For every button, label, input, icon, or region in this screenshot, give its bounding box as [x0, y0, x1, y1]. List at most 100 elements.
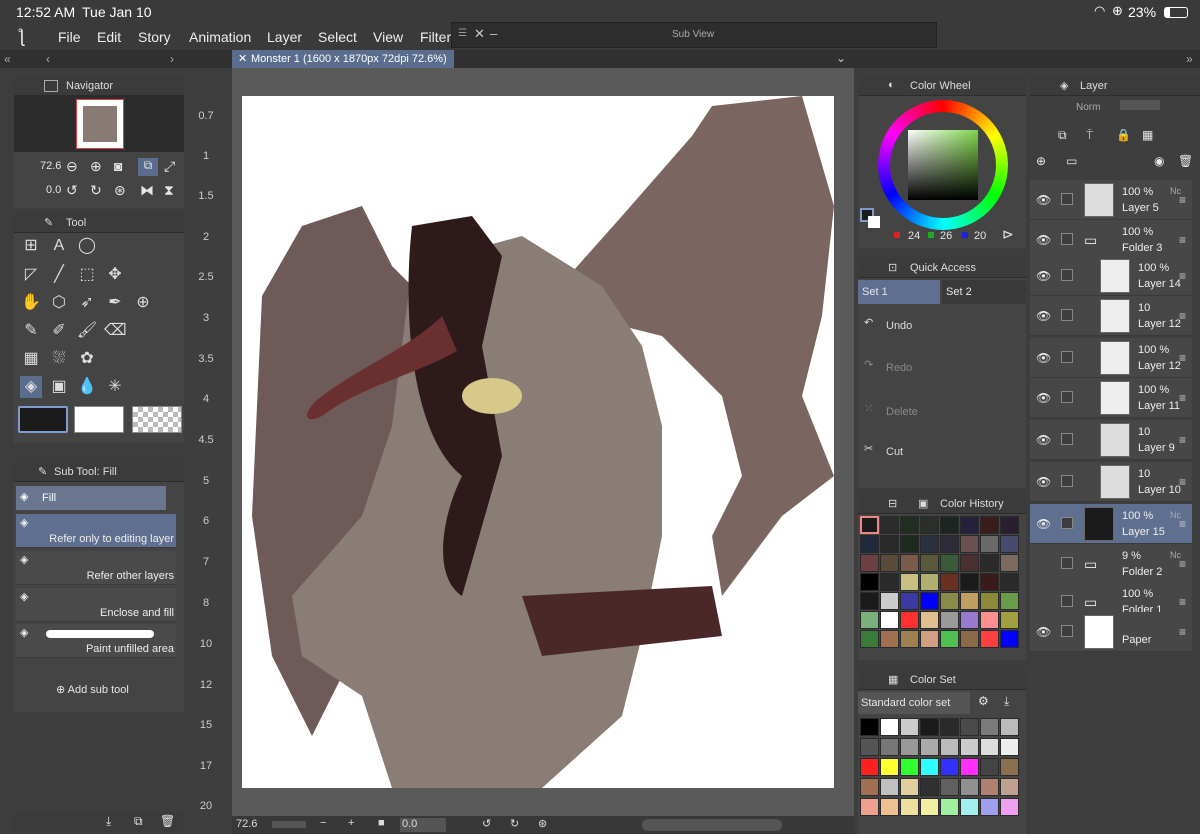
import-icon[interactable]: ⤓	[1004, 694, 1009, 709]
layer-menu-icon[interactable]: ≡	[1179, 391, 1186, 405]
history-swatch[interactable]	[980, 516, 999, 534]
layer-row[interactable]: 👁 10 Layer 10 ≡	[1030, 462, 1192, 502]
rotate-left-icon[interactable]: ↺	[66, 182, 78, 199]
history-swatch[interactable]	[920, 573, 939, 591]
history-swatch[interactable]	[920, 611, 939, 629]
colorset-swatch[interactable]	[940, 778, 959, 796]
layer-menu-icon[interactable]: ≡	[1179, 193, 1186, 207]
layer-menu-icon[interactable]: ≡	[1179, 595, 1186, 609]
subtool-item-enclose[interactable]: ◈ Enclose and fill	[16, 588, 176, 622]
zoom-value[interactable]: 72.6	[40, 160, 61, 172]
history-swatch[interactable]	[960, 573, 979, 591]
operation-tool-icon[interactable]: ➶	[76, 292, 98, 314]
quickaccess-undo[interactable]: ↶ Undo	[862, 306, 1022, 346]
fill-tool-icon[interactable]: ◈	[20, 376, 42, 398]
layer-checkbox[interactable]	[1061, 433, 1073, 445]
layer-row[interactable]: 👁 10 Layer 9 ≡	[1030, 420, 1192, 460]
chevron-down-icon[interactable]: ⌄	[836, 51, 846, 65]
save-icon[interactable]: ⤓	[106, 814, 111, 829]
history-swatch[interactable]	[980, 535, 999, 553]
colorset-swatch[interactable]	[940, 798, 959, 816]
pen-tool-icon[interactable]: ✎	[20, 320, 42, 342]
history-swatch[interactable]	[920, 630, 939, 648]
history-swatch[interactable]	[920, 535, 939, 553]
rotate-right-icon[interactable]: ↻	[90, 182, 102, 199]
layer-checkbox[interactable]	[1061, 233, 1073, 245]
layer-menu-icon[interactable]: ≡	[1179, 351, 1186, 365]
layer-menu-icon[interactable]: ≡	[1179, 475, 1186, 489]
colorset-swatch[interactable]	[900, 778, 919, 796]
history-swatch[interactable]	[940, 554, 959, 572]
clip-icon[interactable]: ⧉	[1058, 128, 1067, 143]
colorset-swatch[interactable]	[900, 738, 919, 756]
move-tool-icon[interactable]: ✥	[104, 264, 126, 286]
layer-row[interactable]: 👁 10 Layer 12 ≡	[1030, 296, 1192, 336]
trash-icon[interactable]: 🗑	[160, 814, 175, 828]
menu-select[interactable]: Select	[318, 29, 357, 45]
line-tool-icon[interactable]: ╱	[48, 264, 70, 286]
history-swatch[interactable]	[1000, 573, 1019, 591]
history-swatch[interactable]	[1000, 592, 1019, 610]
history-swatch[interactable]	[960, 535, 979, 553]
brush-size-label[interactable]: 10	[188, 638, 224, 650]
history-swatch[interactable]	[860, 592, 879, 610]
colorset-swatch[interactable]	[940, 758, 959, 776]
colorset-swatch[interactable]	[960, 718, 979, 736]
colorset-swatch[interactable]	[960, 738, 979, 756]
sub-color-swatch[interactable]	[74, 406, 124, 433]
main-color-swatch[interactable]	[18, 406, 68, 433]
subtool-item-other-layers[interactable]: ◈ Refer other layers	[16, 551, 176, 585]
brush-size-label[interactable]: 17	[188, 760, 224, 772]
colorset-swatch[interactable]	[920, 798, 939, 816]
flip-horizontal-icon[interactable]: ⧓	[140, 182, 154, 199]
layer-checkbox[interactable]	[1061, 351, 1073, 363]
colorset-swatch[interactable]	[880, 718, 899, 736]
colorset-swatch[interactable]	[920, 718, 939, 736]
history-swatch[interactable]	[860, 516, 879, 534]
history-swatch[interactable]	[960, 516, 979, 534]
visibility-eye-icon[interactable]: 👁	[1036, 517, 1051, 531]
lock-icon[interactable]: 🔒	[1116, 128, 1131, 142]
canvas-area[interactable]	[232, 68, 854, 816]
ruler-tool-icon[interactable]: ◸	[20, 264, 42, 286]
bottom-zoom-value[interactable]: 72.6	[236, 818, 257, 830]
history-swatch[interactable]	[920, 554, 939, 572]
lock-alpha-icon[interactable]: ▦	[1142, 128, 1153, 142]
visibility-eye-icon[interactable]: 👁	[1036, 269, 1051, 283]
layer-menu-icon[interactable]: ≡	[1179, 233, 1186, 247]
colorset-select[interactable]: Standard color set	[858, 692, 970, 714]
brush-size-label[interactable]: 6	[188, 515, 224, 527]
layer-checkbox[interactable]	[1061, 475, 1073, 487]
layer-menu-icon[interactable]: ≡	[1179, 557, 1186, 571]
subtool-item-unfilled[interactable]: ◈ Paint unfilled area	[16, 624, 176, 658]
layer-row[interactable]: 👁 100 % Layer 11 ≡	[1030, 378, 1192, 418]
history-swatch[interactable]	[880, 611, 899, 629]
colorset-swatch[interactable]	[860, 798, 879, 816]
liquify-tool-icon[interactable]: 💧	[76, 376, 98, 398]
flip-vertical-icon[interactable]: ⧗	[164, 182, 174, 199]
history-swatch[interactable]	[920, 592, 939, 610]
colorset-swatch[interactable]	[860, 778, 879, 796]
minimize-icon[interactable]: –	[490, 26, 497, 41]
transparent-color-swatch[interactable]	[132, 406, 182, 433]
menu-view[interactable]: View	[373, 29, 403, 45]
brush-tool-icon[interactable]: 🖌	[76, 320, 98, 342]
eraser-tool-icon[interactable]: ⌫	[104, 320, 127, 342]
colorset-swatch[interactable]	[1000, 758, 1019, 776]
app-logo-icon[interactable]: ƪ	[18, 26, 25, 47]
colorset-swatch[interactable]	[940, 718, 959, 736]
colorset-swatch[interactable]	[900, 758, 919, 776]
layer-menu-icon[interactable]: ≡	[1179, 433, 1186, 447]
history-swatch[interactable]	[880, 573, 899, 591]
visibility-eye-icon[interactable]: 👁	[1036, 391, 1051, 405]
menu-filter[interactable]: Filter	[420, 29, 451, 45]
rotate-left-button[interactable]: ↺	[482, 817, 491, 830]
decoration-tool-icon[interactable]: ▦	[20, 348, 42, 370]
brush-size-label[interactable]: 4.5	[188, 434, 224, 446]
hand-tool-icon[interactable]: ✋	[20, 292, 42, 314]
reset-rotation-icon[interactable]: ⊛	[114, 182, 126, 199]
subview-window[interactable]: ☰ ✕ – Sub View	[451, 22, 937, 48]
zoom-in-button[interactable]: +	[348, 817, 354, 829]
history-swatch[interactable]	[940, 573, 959, 591]
brush-size-label[interactable]: 12	[188, 679, 224, 691]
